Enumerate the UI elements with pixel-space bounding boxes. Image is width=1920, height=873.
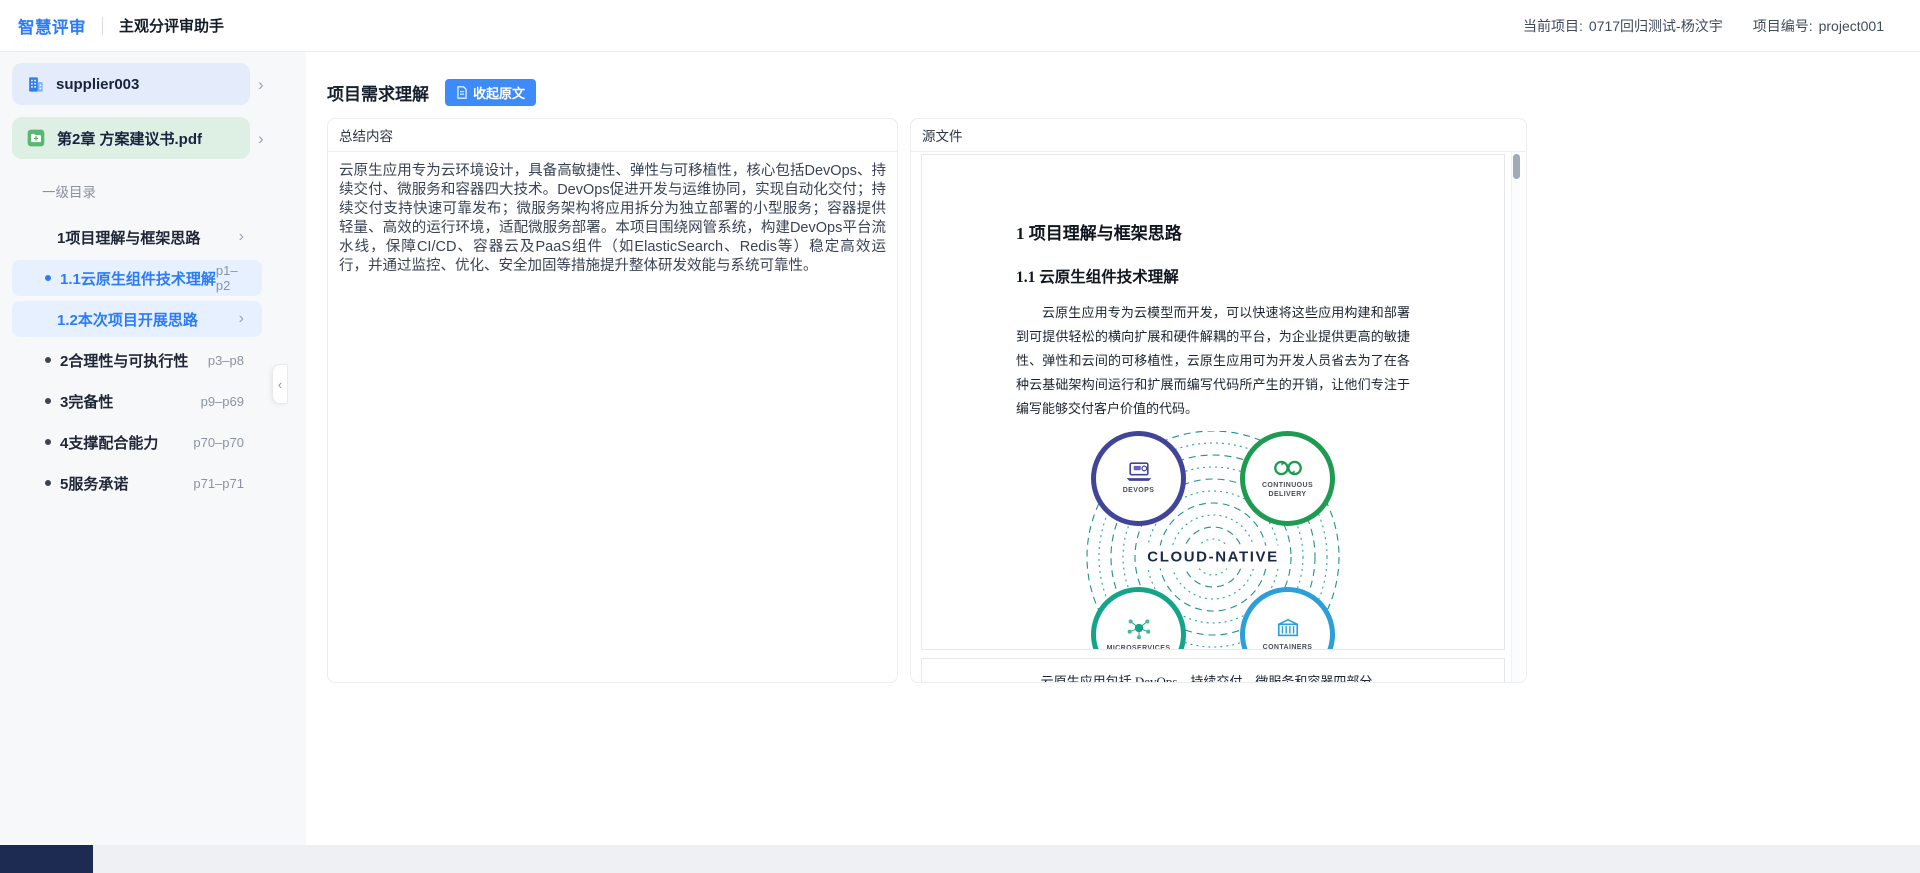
summary-panel-title: 总结内容 — [328, 119, 897, 152]
document-viewer: 1 项目理解与框架思路 1.1 云原生组件技术理解 云原生应用专为云模型而开发，… — [911, 152, 1526, 683]
chevron-left-icon: ‹ — [278, 377, 282, 392]
collapse-source-button[interactable]: 收起原文 — [445, 79, 536, 106]
building-icon — [26, 75, 45, 94]
devops-node: DEVOPS — [1091, 431, 1186, 526]
main-content: 项目需求理解 收起原文 总结内容 云原生应用专为云环境设计，具备高敏捷性、弹性与… — [306, 52, 1920, 845]
devops-icon — [1124, 461, 1154, 483]
document-name: 第2章 方案建议书.pdf — [57, 128, 202, 149]
outline-nav: 1项目理解与框架思路 › 1.1云原生组件技术理解 p1–p2 1.2本次项目开… — [12, 219, 294, 501]
bullet-icon — [45, 275, 51, 281]
doc-paragraph: 云原生应用专为云模型而开发，可以快速将这些应用构建和部署到可提供轻松的横向扩展和… — [1016, 301, 1410, 421]
page-title: 项目需求理解 — [327, 80, 429, 105]
page-range: p70–p70 — [193, 435, 244, 450]
nav-item-chapter2[interactable]: 2合理性与可执行性 p3–p8 — [12, 342, 262, 378]
project-code-label: 项目编号: — [1753, 16, 1813, 36]
folder-plus-icon — [26, 128, 46, 148]
sidebar-item-document[interactable]: 第2章 方案建议书.pdf › — [12, 117, 294, 159]
containers-icon — [1273, 616, 1303, 640]
sidebar-item-supplier[interactable]: supplier003 › — [12, 63, 294, 105]
current-project-value: 0717回归测试-杨汶宇 — [1589, 16, 1723, 36]
supplier-name: supplier003 — [56, 76, 139, 93]
cloud-native-diagram: DEVOPS CONTINUOUS DELIVERY — [1073, 431, 1353, 650]
current-project-label: 当前项目: — [1523, 16, 1583, 36]
project-code: 项目编号: project001 — [1753, 16, 1884, 36]
bottom-strip — [0, 845, 1920, 873]
page-range: p3–p8 — [208, 353, 244, 368]
continuous-delivery-icon — [1271, 458, 1305, 478]
nav-item-chapter5[interactable]: 5服务承诺 p71–p71 — [12, 465, 262, 501]
nav-item-chapter4[interactable]: 4支撑配合能力 p70–p70 — [12, 424, 262, 460]
document-scrollbar[interactable] — [1511, 152, 1520, 683]
bullet-icon — [45, 398, 51, 404]
nav-item-1-1[interactable]: 1.1云原生组件技术理解 p1–p2 — [12, 260, 262, 296]
chevron-right-icon: › — [239, 228, 244, 246]
chevron-right-icon: › — [258, 130, 264, 147]
topbar: 智慧评审 主观分评审助手 当前项目: 0717回归测试-杨汶宇 项目编号: pr… — [0, 0, 1920, 52]
nav-item-1-2[interactable]: 1.2本次项目开展思路 › — [12, 301, 262, 337]
bullet-icon — [45, 439, 51, 445]
page-range: p9–p69 — [201, 394, 244, 409]
diagram-center-label: CLOUD-NATIVE — [1140, 546, 1285, 569]
source-panel: 源文件 1 项目理解与框架思路 1.1 云原生组件技术理解 云原生应用专为云模型… — [910, 118, 1527, 683]
page-range: p1–p2 — [216, 263, 244, 293]
sidebar-collapse-handle[interactable]: ‹ — [272, 364, 288, 404]
sidebar: supplier003 › 第2章 方案建议书.pdf › 一级目录 1项目理解… — [0, 52, 306, 845]
app-title: 主观分评审助手 — [119, 15, 224, 36]
doc-figure-caption: 云原生应用包括 DevOps、持续交付、微服务和容器四部分。 — [1041, 674, 1386, 683]
doc-heading-1: 1 项目理解与框架思路 — [1016, 219, 1410, 244]
topbar-divider — [102, 17, 103, 35]
section-label: 一级目录 — [42, 181, 294, 201]
chevron-right-icon: › — [239, 310, 244, 328]
document-page-1: 1 项目理解与框架思路 1.1 云原生组件技术理解 云原生应用专为云模型而开发，… — [921, 154, 1505, 650]
chevron-right-icon: › — [258, 76, 264, 93]
nav-item-chapter1[interactable]: 1项目理解与框架思路 › — [12, 219, 262, 255]
continuous-delivery-node: CONTINUOUS DELIVERY — [1240, 431, 1335, 526]
summary-content: 云原生应用专为云环境设计，具备高敏捷性、弹性与可移植性，核心包括DevOps、持… — [328, 152, 897, 286]
project-code-value: project001 — [1819, 18, 1884, 34]
summary-panel: 总结内容 云原生应用专为云环境设计，具备高敏捷性、弹性与可移植性，核心包括Dev… — [327, 118, 898, 683]
microservices-icon — [1126, 615, 1152, 641]
document-page-2: 云原生应用包括 DevOps、持续交付、微服务和容器四部分。 — [921, 658, 1505, 683]
doc-heading-1-1: 1.1 云原生组件技术理解 — [1016, 265, 1410, 287]
bullet-icon — [45, 357, 51, 363]
document-icon — [456, 86, 468, 99]
current-project: 当前项目: 0717回归测试-杨汶宇 — [1523, 16, 1723, 36]
scrollbar-thumb[interactable] — [1513, 154, 1520, 179]
bullet-icon — [45, 480, 51, 486]
bottom-left-widget[interactable] — [0, 845, 93, 873]
brand-logo[interactable]: 智慧评审 — [18, 14, 86, 38]
source-panel-title: 源文件 — [911, 119, 1526, 152]
nav-item-chapter3[interactable]: 3完备性 p9–p69 — [12, 383, 262, 419]
page-range: p71–p71 — [193, 476, 244, 491]
